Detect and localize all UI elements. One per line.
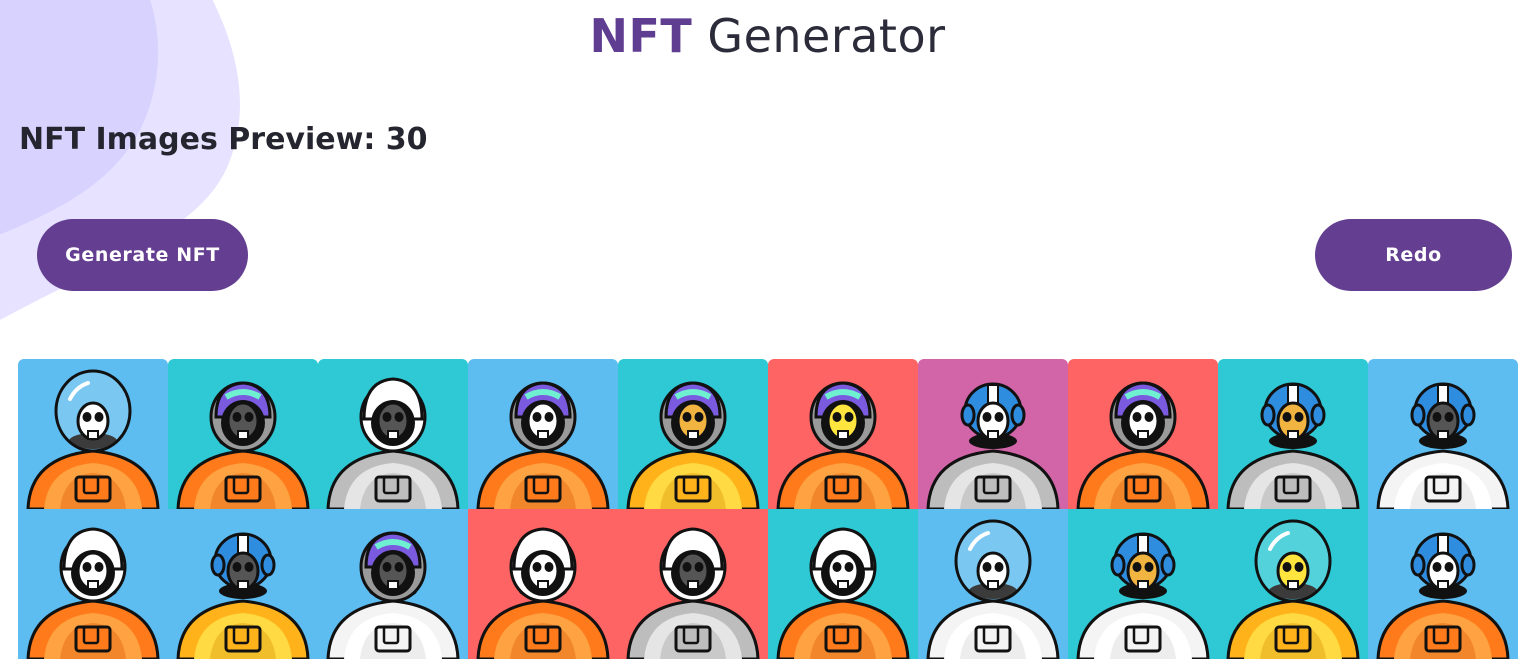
astronaut-image [1068, 509, 1218, 659]
nft-tile [168, 509, 318, 659]
nft-tile [768, 359, 918, 509]
page-title: NFT Generator [0, 8, 1535, 64]
nft-tile [1368, 509, 1518, 659]
nft-tile [918, 509, 1068, 659]
nft-tile [918, 359, 1068, 509]
astronaut-image [918, 359, 1068, 509]
nft-tile [18, 509, 168, 659]
astronaut-image [618, 509, 768, 659]
nft-preview-grid [18, 359, 1518, 659]
nft-tile [318, 509, 468, 659]
astronaut-image [168, 509, 318, 659]
astronaut-image [468, 359, 618, 509]
nft-tile [318, 359, 468, 509]
astronaut-image [768, 359, 918, 509]
astronaut-image [1068, 359, 1218, 509]
redo-button[interactable]: Redo [1315, 219, 1512, 291]
nft-tile [618, 359, 768, 509]
astronaut-image [1368, 509, 1518, 659]
astronaut-image [18, 509, 168, 659]
nft-tile [618, 509, 768, 659]
nft-tile [1368, 359, 1518, 509]
generate-nft-button[interactable]: Generate NFT [37, 219, 248, 291]
nft-tile [1218, 359, 1368, 509]
astronaut-image [318, 509, 468, 659]
nft-tile [168, 359, 318, 509]
preview-count-heading: NFT Images Preview: 30 [19, 122, 428, 157]
astronaut-image [618, 359, 768, 509]
astronaut-image [1218, 359, 1368, 509]
astronaut-image [168, 359, 318, 509]
astronaut-image [468, 509, 618, 659]
nft-tile [1068, 509, 1218, 659]
astronaut-image [768, 509, 918, 659]
nft-tile [768, 509, 918, 659]
title-rest: Generator [707, 9, 946, 63]
nft-tile [1068, 359, 1218, 509]
astronaut-image [18, 359, 168, 509]
nft-tile [18, 359, 168, 509]
astronaut-image [1218, 509, 1368, 659]
nft-tile [1218, 509, 1368, 659]
astronaut-image [1368, 359, 1518, 509]
nft-tile [468, 359, 618, 509]
title-accent: NFT [589, 9, 693, 63]
nft-tile [468, 509, 618, 659]
astronaut-image [918, 509, 1068, 659]
astronaut-image [318, 359, 468, 509]
